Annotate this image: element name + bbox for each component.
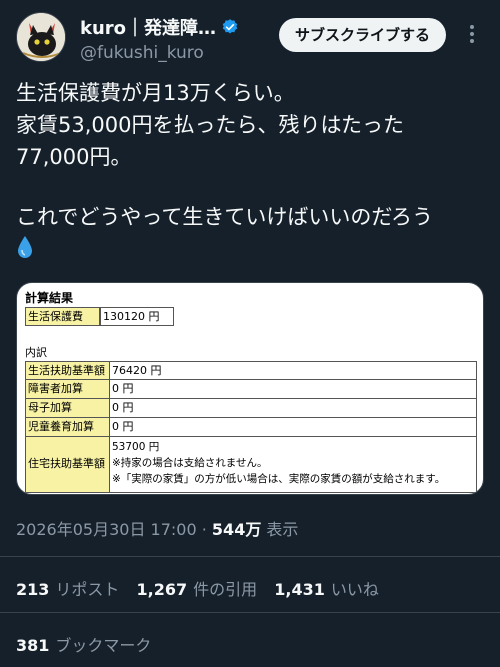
likes-stat[interactable]: 1,431 いいね [274, 580, 379, 599]
housing-value: 53700 円 [112, 441, 160, 453]
author-info: kuro｜発達障… @fukushi_kuro [80, 14, 239, 63]
row-label: 母子加算 [25, 399, 110, 418]
likes-count: 1,431 [274, 580, 325, 599]
table-row: 障害者加算 0 円 [25, 380, 477, 399]
row-value: 76420 円 [110, 361, 477, 380]
row-value: 0 円 [110, 399, 477, 418]
cat-avatar-icon [17, 13, 65, 61]
summary-value: 130120 円 [100, 307, 174, 326]
author-name-text[interactable]: kuro｜発達障… [80, 14, 216, 40]
bookmarks-stat[interactable]: 381 ブックマーク [16, 632, 151, 656]
table-row: 児童養育加算 0 円 [25, 418, 477, 437]
likes-label: いいね [330, 580, 379, 599]
tweet-line: 生活保護費が月13万くらい。 [16, 81, 295, 105]
avatar[interactable] [16, 12, 66, 62]
attached-image[interactable]: 計算結果 生活保護費 130120 円 内訳 生活扶助基準額 76420 円 障… [16, 282, 484, 495]
row-label: 住宅扶助基準額 [25, 437, 110, 493]
author-handle[interactable]: @fukushi_kuro [80, 43, 239, 63]
tweet-line: 77,000円。 [16, 145, 132, 169]
author-display-name[interactable]: kuro｜発達障… [80, 14, 239, 40]
droplet-icon [18, 236, 32, 258]
tweet-meta: 2026年05月30日 17:00 · 544万 表示 [16, 516, 298, 540]
calc-title: 計算結果 [25, 291, 74, 305]
reposts-stat[interactable]: 213 リポスト [16, 580, 119, 599]
breakdown-table: 生活扶助基準額 76420 円 障害者加算 0 円 母子加算 0 円 児童養育加… [25, 361, 477, 493]
tweet-line: 家賃53,000円を払ったら、残りはたった [16, 113, 405, 137]
quotes-label: 件の引用 [193, 580, 258, 599]
row-label: 生活扶助基準額 [25, 361, 110, 380]
calculation-result: 計算結果 生活保護費 130120 円 内訳 生活扶助基準額 76420 円 障… [25, 289, 477, 493]
bookmarks-label: ブックマーク [55, 636, 152, 655]
subscribe-button[interactable]: サブスクライブする [278, 18, 446, 52]
row-value: 0 円 [110, 380, 477, 399]
views-count: 544万 [211, 520, 262, 539]
row-label: 障害者加算 [25, 380, 110, 399]
views-label: 表示 [266, 520, 299, 539]
verified-badge-icon [222, 19, 238, 34]
row-value: 0 円 [110, 418, 477, 437]
more-icon[interactable] [460, 22, 484, 46]
timestamp[interactable]: 2026年05月30日 17:00 [16, 520, 197, 539]
engagement-stats: 213 リポスト 1,267 件の引用 1,431 いいね [16, 576, 391, 600]
summary-row: 生活保護費 130120 円 [25, 307, 477, 326]
tweet-line: これでどうやって生きていけばいいのだろう [16, 205, 434, 229]
table-row-housing: 住宅扶助基準額 53700 円 ※持家の場合は支給されません。 ※「実際の家賃」… [25, 437, 477, 493]
tweet-header: kuro｜発達障… @fukushi_kuro サブスクライブする [16, 12, 484, 63]
breakdown-title: 内訳 [25, 346, 47, 359]
table-row: 生活扶助基準額 76420 円 [25, 361, 477, 380]
quotes-count: 1,267 [136, 580, 188, 599]
reposts-label: リポスト [55, 580, 120, 599]
row-value: 53700 円 ※持家の場合は支給されません。 ※「実際の家賃」の方が低い場合は… [110, 437, 477, 493]
bookmarks-count: 381 [16, 636, 50, 655]
row-label: 児童養育加算 [25, 418, 110, 437]
summary-label: 生活保護費 [25, 307, 100, 326]
divider [0, 612, 500, 613]
table-row: 母子加算 0 円 [25, 399, 477, 418]
divider [0, 556, 500, 557]
housing-note: ※持家の場合は支給されません。 [112, 457, 268, 469]
separator: · [201, 520, 207, 539]
housing-note: ※「実際の家賃」の方が低い場合は、実際の家賃の額が支給されます。 [112, 473, 446, 485]
tweet-text: 生活保護費が月13万くらい。 家賃53,000円を払ったら、残りはたった 77,… [16, 77, 486, 260]
reposts-count: 213 [16, 580, 50, 599]
quotes-stat[interactable]: 1,267 件の引用 [137, 580, 258, 599]
